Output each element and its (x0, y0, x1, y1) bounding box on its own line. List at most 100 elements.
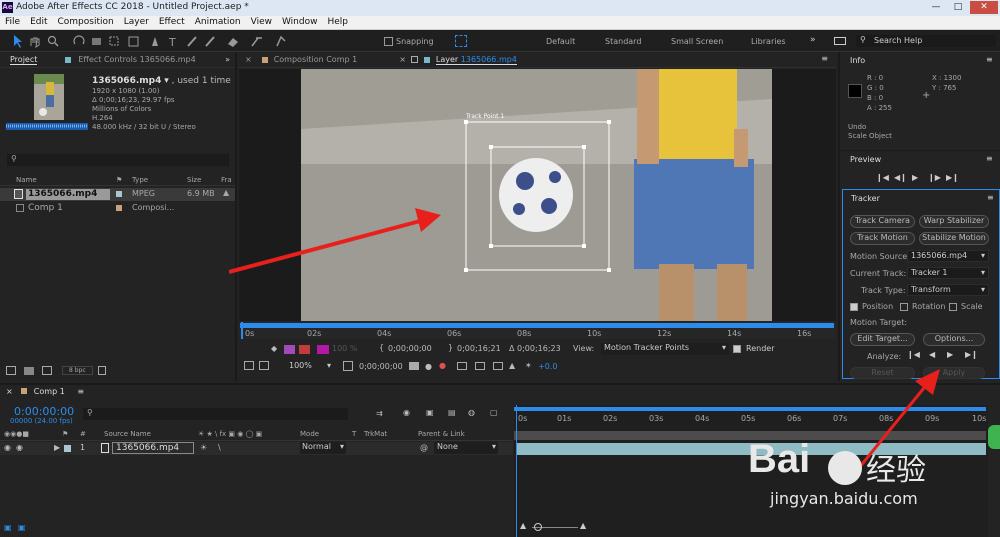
snap-options-icon[interactable] (455, 35, 467, 47)
render-checkbox[interactable] (733, 345, 741, 353)
project-row-comp[interactable]: Comp 1 Composi... (0, 202, 235, 215)
tab-layer[interactable]: Layer 1365066.mp4 (435, 55, 517, 65)
layer-label-color[interactable] (64, 445, 71, 452)
new-comp-icon[interactable] (42, 366, 52, 375)
minimize-button[interactable]: — (926, 1, 946, 14)
menu-composition[interactable]: Composition (53, 16, 119, 27)
snapping-checkbox[interactable] (384, 37, 393, 46)
project-row-clip[interactable]: 1365066.mp4 MPEG 6.9 MB ▲ (0, 188, 235, 201)
new-folder-icon[interactable] (24, 367, 34, 375)
transparency-grid-icon[interactable] (475, 362, 485, 370)
3d-icon[interactable]: ▲ (509, 361, 515, 370)
panel-overflow-icon[interactable]: » (225, 55, 230, 64)
view-select[interactable]: Motion Tracker Points ▾ (601, 343, 729, 355)
workspace-libraries[interactable]: Libraries (751, 37, 786, 46)
layer-switches-icon[interactable]: ▣ (4, 523, 12, 532)
tab-project[interactable]: Project (10, 55, 38, 65)
workspace-small-screen[interactable]: Small Screen (671, 37, 723, 46)
menu-help[interactable]: Help (322, 16, 353, 27)
comp-mini-flowchart-icon[interactable]: ⇉ (376, 409, 383, 418)
tab-close-icon[interactable]: × (399, 55, 406, 64)
menu-window[interactable]: Window (277, 16, 323, 27)
panel-menu-icon[interactable]: ≡ (821, 54, 828, 63)
next-frame-icon[interactable]: ❙▶ (928, 173, 941, 182)
prev-frame-icon[interactable]: ◀❙ (894, 173, 907, 182)
zoom-select[interactable]: 100% ▾ (289, 361, 333, 372)
close-button[interactable]: ✕ (970, 1, 998, 14)
fit-icon[interactable] (343, 361, 353, 371)
panel-menu-icon[interactable]: ≡ (986, 154, 993, 163)
col-frame[interactable]: Fra (221, 176, 232, 184)
menu-effect[interactable]: Effect (154, 16, 190, 27)
menu-view[interactable]: View (246, 16, 277, 27)
layer-name[interactable]: 1365066.mp4 (112, 442, 194, 454)
layer-row[interactable]: ◉ ◉ ▶ 1 1365066.mp4 ☀ \ Normal ▾ @ None ▾ (0, 442, 513, 455)
analyze-forward-icon[interactable]: ▶ (947, 350, 953, 359)
project-search-input[interactable]: ⚲ (7, 154, 229, 166)
maximize-button[interactable]: □ (948, 1, 968, 14)
warp-stabilizer-button[interactable]: Warp Stabilizer (919, 215, 989, 228)
reset-exposure-icon[interactable]: ✶ (525, 361, 532, 370)
analyze-backward-icon[interactable]: ◀ (929, 350, 935, 359)
motion-source-select[interactable]: 1365066.mp4 ▾ (907, 250, 989, 262)
color-chip-3[interactable] (317, 345, 329, 354)
first-frame-icon[interactable]: ❙◀ (876, 173, 889, 182)
col-name[interactable]: Name (16, 176, 37, 184)
color-chip-2[interactable] (299, 345, 310, 354)
analyze-forward-frame-icon[interactable]: ▶❙ (965, 350, 978, 359)
menu-layer[interactable]: Layer (119, 16, 154, 27)
workspace-standard[interactable]: Standard (605, 37, 641, 46)
menu-file[interactable]: File (0, 16, 25, 27)
current-time-indicator[interactable] (241, 322, 243, 339)
shy-icon[interactable]: ▣ (426, 408, 434, 417)
color-chip-1[interactable] (284, 345, 295, 354)
panel-menu-icon[interactable]: ≡ (987, 193, 994, 202)
col-parent[interactable]: Parent & Link (418, 430, 465, 438)
always-preview-icon[interactable] (244, 361, 254, 370)
col-size[interactable]: Size (187, 176, 201, 184)
out-point-icon[interactable]: } (448, 343, 453, 352)
pickwhip-icon[interactable]: @ (420, 443, 428, 452)
region-icon[interactable] (457, 362, 467, 370)
layer-time-ruler[interactable]: 0s 02s 04s 06s 08s 10s 12s 14s 16s (239, 322, 836, 339)
tab-composition[interactable]: Composition Comp 1 (274, 55, 358, 64)
scroll-indicator[interactable] (988, 425, 1000, 449)
audio-icon[interactable]: ◉ (16, 443, 23, 452)
dropdown-arrow-icon[interactable]: ▾ (164, 76, 169, 86)
monitor-icon[interactable] (259, 361, 269, 370)
track-type-select[interactable]: Transform ▾ (907, 284, 989, 296)
show-snapshot-icon[interactable]: ● (425, 362, 432, 371)
motion-blur-icon[interactable]: ◍ (468, 408, 475, 417)
zoom-slider-thumb[interactable] (534, 523, 542, 531)
interpret-footage-icon[interactable] (6, 366, 16, 375)
shy-switch-icon[interactable]: ☀ (200, 443, 207, 452)
panel-menu-icon[interactable]: ≡ (986, 55, 993, 64)
parent-select[interactable]: None ▾ (434, 442, 498, 454)
transfer-controls-icon[interactable]: ▣ (18, 523, 26, 532)
graph-editor-icon[interactable]: ▢ (490, 408, 498, 417)
last-frame-icon[interactable]: ▶❙ (946, 173, 959, 182)
play-icon[interactable]: ▶ (912, 173, 918, 182)
zoom-out-icon[interactable]: ▲ (520, 521, 526, 530)
panel-menu-icon[interactable]: ≡ (77, 387, 84, 396)
visibility-icon[interactable]: ◉ (4, 443, 11, 452)
sync-icon[interactable] (834, 37, 846, 45)
col-mode[interactable]: Mode (300, 430, 319, 438)
tab-effect-controls[interactable]: Effect Controls 1365066.mp4 (78, 55, 195, 64)
track-motion-button[interactable]: Track Motion (850, 232, 915, 245)
col-source-name[interactable]: Source Name (104, 430, 151, 438)
viewer-close-icon[interactable]: × (245, 55, 252, 64)
options-button[interactable]: Options... (923, 333, 985, 346)
channel-icon[interactable]: ● (439, 361, 446, 370)
zoom-in-icon[interactable]: ▲ (580, 521, 586, 530)
workspace-default[interactable]: Default (546, 37, 575, 46)
frame-blending-icon[interactable]: ▤ (448, 408, 456, 417)
current-track-select[interactable]: Tracker 1 ▾ (907, 267, 989, 279)
mode-select[interactable]: Normal ▾ (300, 442, 346, 454)
rotation-checkbox[interactable] (900, 303, 908, 311)
work-area-bar[interactable] (240, 323, 834, 328)
analyze-back-frame-icon[interactable]: ❙◀ (907, 350, 920, 359)
current-time[interactable]: 0;00;00;00 (359, 362, 403, 371)
snapshot-icon[interactable] (409, 362, 419, 370)
lock-icon[interactable] (410, 56, 418, 63)
